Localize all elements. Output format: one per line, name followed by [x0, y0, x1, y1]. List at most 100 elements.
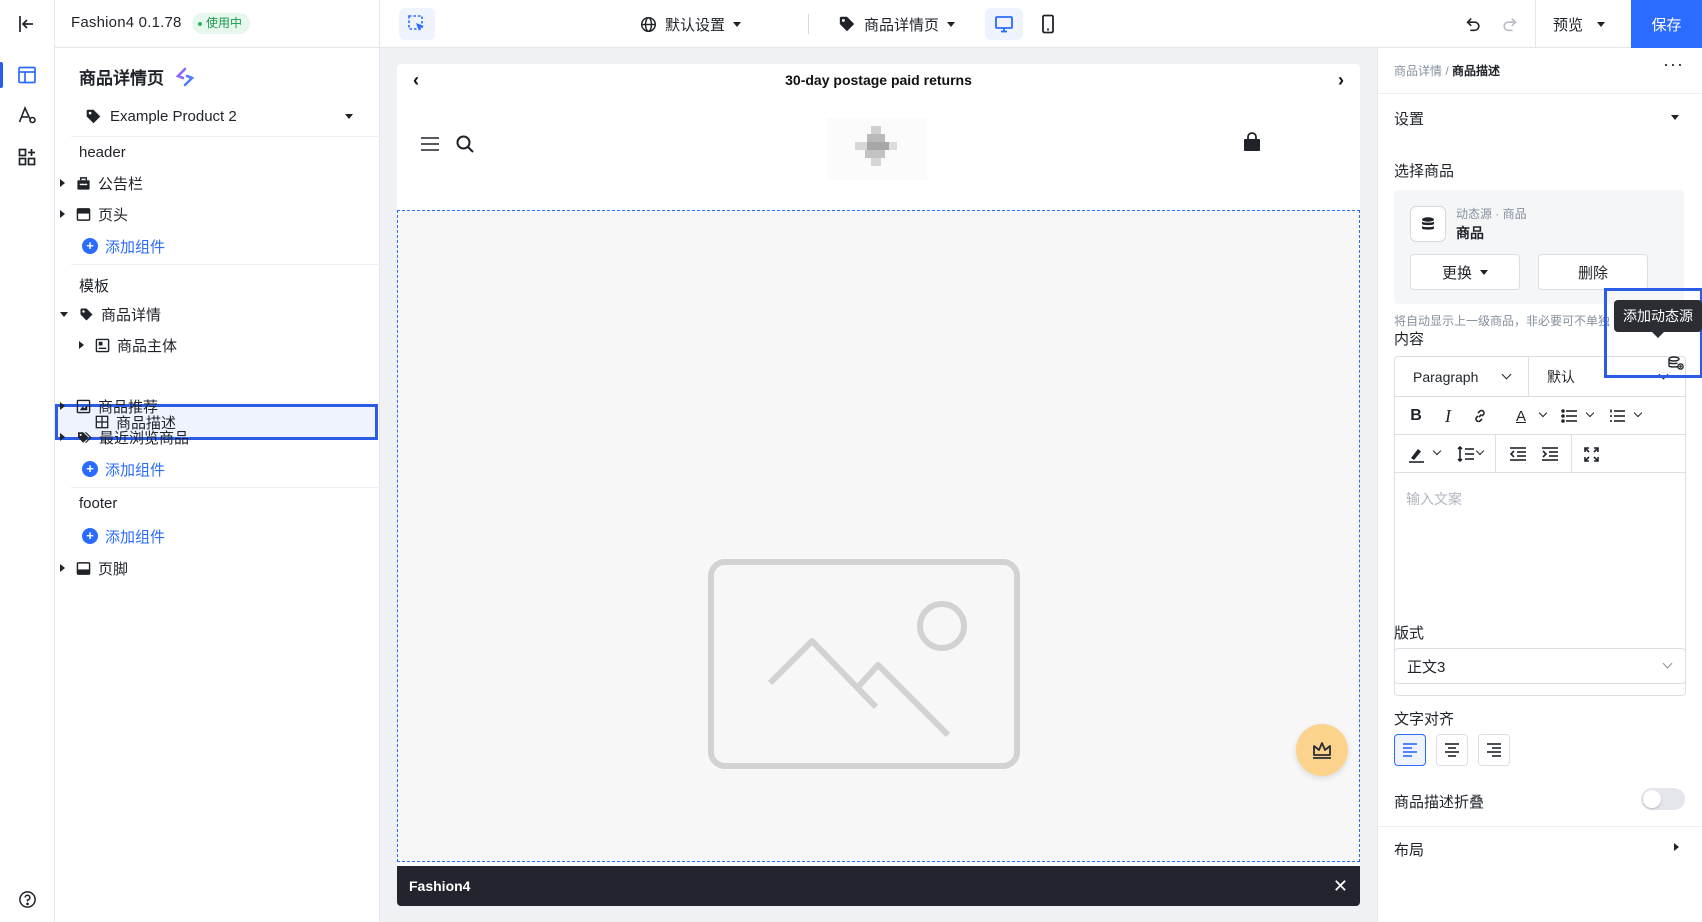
- panel-title: 商品详情页: [79, 64, 196, 89]
- collapse-arrow-icon[interactable]: [60, 311, 68, 317]
- page-dropdown-label: 商品详情页: [864, 16, 940, 34]
- more-options-icon[interactable]: ···: [1663, 54, 1684, 75]
- tree-item-label: 商品主体: [117, 337, 178, 355]
- caret-down-icon: [947, 21, 956, 27]
- chevron-left-icon[interactable]: ‹: [413, 70, 419, 91]
- expand-arrow-icon[interactable]: [79, 341, 84, 349]
- fullscreen-icon[interactable]: [1579, 442, 1603, 466]
- link-icon[interactable]: [1468, 404, 1492, 428]
- preview-dropdown[interactable]: 预览: [1553, 12, 1606, 36]
- italic-icon[interactable]: I: [1436, 404, 1460, 428]
- align-center-button[interactable]: [1436, 734, 1468, 766]
- align-right-icon: [1487, 743, 1501, 757]
- breadcrumb-parent[interactable]: 商品详情: [1394, 64, 1442, 78]
- caret-down-icon: [1480, 269, 1488, 275]
- tree-item-product-main[interactable]: 商品主体: [79, 330, 177, 360]
- tree-item-recently-viewed[interactable]: 最近浏览商品: [60, 422, 189, 452]
- add-component-footer[interactable]: + 添加组件: [82, 524, 165, 548]
- tree-item-product-detail[interactable]: 商品详情: [60, 299, 161, 329]
- editor-placeholder[interactable]: 输入文案: [1406, 489, 1462, 509]
- menu-icon: [421, 137, 439, 151]
- layout-section-toggle[interactable]: 布局: [1378, 827, 1702, 873]
- settings-dropdown[interactable]: 默认设置: [640, 12, 742, 36]
- header-icon: [76, 207, 91, 221]
- announcement-text: 30-day postage paid returns: [785, 72, 972, 88]
- product-description-block[interactable]: [397, 210, 1360, 862]
- crown-icon: [1313, 742, 1331, 759]
- expand-arrow-icon[interactable]: [60, 179, 65, 187]
- mobile-view-button[interactable]: [1029, 8, 1067, 40]
- rail-style-button[interactable]: [13, 101, 41, 129]
- desktop-view-button[interactable]: [985, 8, 1023, 40]
- tree-item-label: 公告栏: [98, 175, 144, 193]
- settings-section-toggle[interactable]: 设置: [1378, 94, 1702, 140]
- footer-bar[interactable]: Fashion4 ✕: [397, 866, 1360, 906]
- caret-down-icon: [733, 21, 742, 27]
- caret-down-icon: [345, 114, 353, 119]
- add-component-header[interactable]: + 添加组件: [82, 234, 165, 258]
- bullet-list-icon[interactable]: [1557, 404, 1581, 428]
- numbered-list-icon[interactable]: [1605, 404, 1629, 428]
- delete-button[interactable]: 删除: [1538, 254, 1648, 290]
- tree-item-header[interactable]: 页头: [60, 199, 128, 229]
- exit-button[interactable]: [13, 10, 41, 38]
- site-header[interactable]: [397, 96, 1360, 200]
- save-button[interactable]: 保存: [1631, 0, 1702, 48]
- add-component-label: 添加组件: [105, 461, 166, 479]
- expand-arrow-icon[interactable]: [60, 210, 65, 218]
- redo-button[interactable]: [1498, 12, 1522, 36]
- tree-item-recommend[interactable]: 商品推荐: [60, 391, 158, 421]
- section-icon: [95, 338, 110, 352]
- indent-icon[interactable]: [1538, 442, 1562, 466]
- add-dynamic-source-button[interactable]: [1666, 353, 1686, 373]
- editor-toolbar-row2: [1395, 435, 1685, 473]
- highlight-pen-icon[interactable]: [1404, 442, 1428, 466]
- close-icon[interactable]: ✕: [1333, 876, 1348, 897]
- chevron-down-icon[interactable]: [1432, 446, 1442, 456]
- product-select[interactable]: Example Product 2: [73, 98, 363, 134]
- align-left-button[interactable]: [1394, 734, 1426, 766]
- select-tool-button[interactable]: [399, 8, 435, 40]
- chevron-right-icon[interactable]: ›: [1338, 70, 1344, 91]
- layout-label: 布局: [1394, 842, 1425, 859]
- tree-item-announcement[interactable]: 公告栏: [60, 168, 143, 198]
- rich-text-editor: Paragraph 默认 B I A 输入文案: [1394, 356, 1686, 696]
- text-color-icon[interactable]: A: [1509, 404, 1533, 428]
- store-page-preview: ‹ 30-day postage paid returns › Fashion4…: [397, 64, 1360, 906]
- chevron-down-icon[interactable]: [1538, 408, 1548, 418]
- redo-icon: [1503, 18, 1517, 32]
- rail-apps-button[interactable]: [13, 143, 41, 171]
- rail-layout-button[interactable]: [13, 61, 41, 89]
- breadcrumb-current: 商品描述: [1452, 64, 1501, 78]
- line-height-icon[interactable]: [1453, 442, 1477, 466]
- content-label: 内容: [1394, 331, 1425, 348]
- tree-item-footer[interactable]: 页脚: [60, 553, 128, 583]
- help-icon: [18, 890, 36, 908]
- chevron-down-icon[interactable]: [1633, 408, 1643, 418]
- outdent-icon[interactable]: [1506, 442, 1530, 466]
- store-logo[interactable]: [827, 118, 927, 180]
- style-label: 版式: [1394, 625, 1425, 642]
- expand-arrow-icon[interactable]: [60, 564, 65, 572]
- align-right-button[interactable]: [1478, 734, 1510, 766]
- undo-button[interactable]: [1461, 12, 1485, 36]
- shopping-assistant-button[interactable]: [1296, 724, 1348, 776]
- chevron-down-icon[interactable]: [1475, 446, 1485, 456]
- expand-arrow-icon[interactable]: [60, 433, 65, 441]
- typography-value: 正文3: [1407, 658, 1446, 676]
- expand-arrow-icon[interactable]: [60, 402, 65, 410]
- replace-button[interactable]: 更换: [1410, 254, 1520, 290]
- announcement-bar[interactable]: ‹ 30-day postage paid returns ›: [397, 64, 1360, 96]
- block-type-select[interactable]: Paragraph: [1395, 357, 1529, 397]
- chevron-down-icon: [1662, 658, 1673, 669]
- add-component-label: 添加组件: [105, 238, 166, 256]
- desktop-icon: [995, 16, 1013, 33]
- recommend-icon: [76, 399, 91, 413]
- bold-icon[interactable]: B: [1404, 404, 1428, 428]
- page-dropdown[interactable]: 商品详情页: [838, 12, 956, 36]
- add-component-template[interactable]: + 添加组件: [82, 457, 165, 481]
- typography-select[interactable]: 正文3: [1394, 648, 1686, 684]
- help-button[interactable]: [13, 885, 41, 913]
- collapse-toggle[interactable]: [1641, 788, 1685, 810]
- chevron-down-icon[interactable]: [1585, 408, 1595, 418]
